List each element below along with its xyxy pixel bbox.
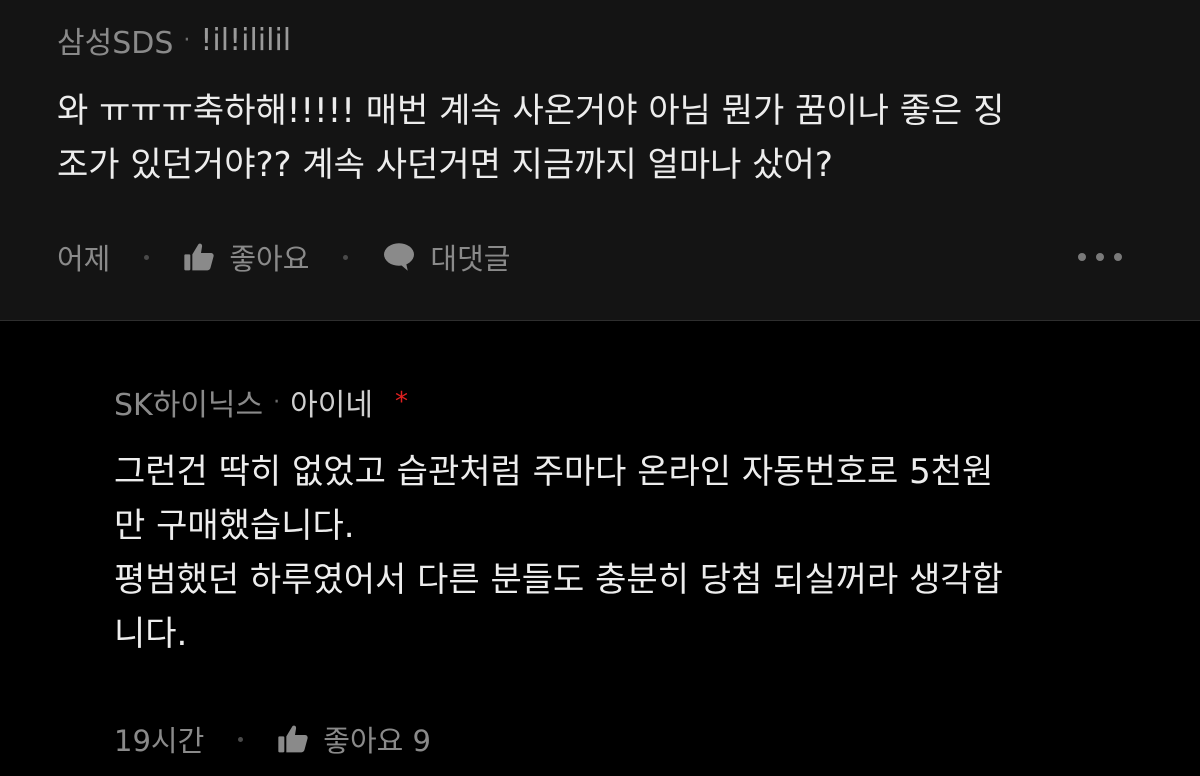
reply-actions: 19시간 좋아요 9 xyxy=(114,718,431,760)
separator-dot xyxy=(238,736,244,742)
thumbs-up-icon xyxy=(184,243,215,271)
more-dots-icon xyxy=(1078,253,1086,261)
reply-author-line: SK하이닉스 · 아이네 * xyxy=(114,380,408,424)
separator-dot xyxy=(343,254,349,260)
reply-button[interactable]: 대댓글 xyxy=(382,236,510,278)
separator-dot: · xyxy=(183,27,191,53)
like-button[interactable]: 좋아요 9 xyxy=(277,718,431,760)
author-nickname[interactable]: 아이네 xyxy=(290,380,373,424)
like-count-label: 좋아요 9 xyxy=(323,724,431,758)
author-badge: * xyxy=(394,387,408,417)
comment-divider xyxy=(0,320,1200,321)
comment-actions: 어제 좋아요 대댓글 xyxy=(57,236,510,278)
author-nickname[interactable]: !il!ililil xyxy=(200,23,291,58)
comment-body: 와 ㅠㅠㅠ축하해!!!!! 매번 계속 사온거야 아님 뭔가 꿈이나 좋은 징 … xyxy=(57,91,1005,185)
separator-dot: · xyxy=(273,389,281,415)
like-label: 좋아요 xyxy=(229,242,310,276)
speech-bubble-icon xyxy=(384,243,415,271)
comment-card-1: 삼성SDS · !il!ililil 와 ㅠㅠㅠ축하해!!!!! 매번 계속 사… xyxy=(0,0,1200,320)
comment-author-line: 삼성SDS · !il!ililil xyxy=(57,18,291,62)
more-options-button[interactable] xyxy=(1078,250,1122,264)
separator-dot xyxy=(144,254,150,260)
comment-time: 어제 xyxy=(57,242,111,276)
author-company[interactable]: SK하이닉스 xyxy=(114,380,263,424)
reply-time: 19시간 xyxy=(114,724,205,758)
author-company[interactable]: 삼성SDS xyxy=(57,18,173,62)
reply-label: 대댓글 xyxy=(430,242,511,276)
reply-body: 그런건 딱히 없었고 습관처럼 주마다 온라인 자동번호로 5천원 만 구매했습… xyxy=(114,452,1003,654)
like-button[interactable]: 좋아요 xyxy=(183,236,309,278)
thumbs-up-icon xyxy=(278,725,308,753)
